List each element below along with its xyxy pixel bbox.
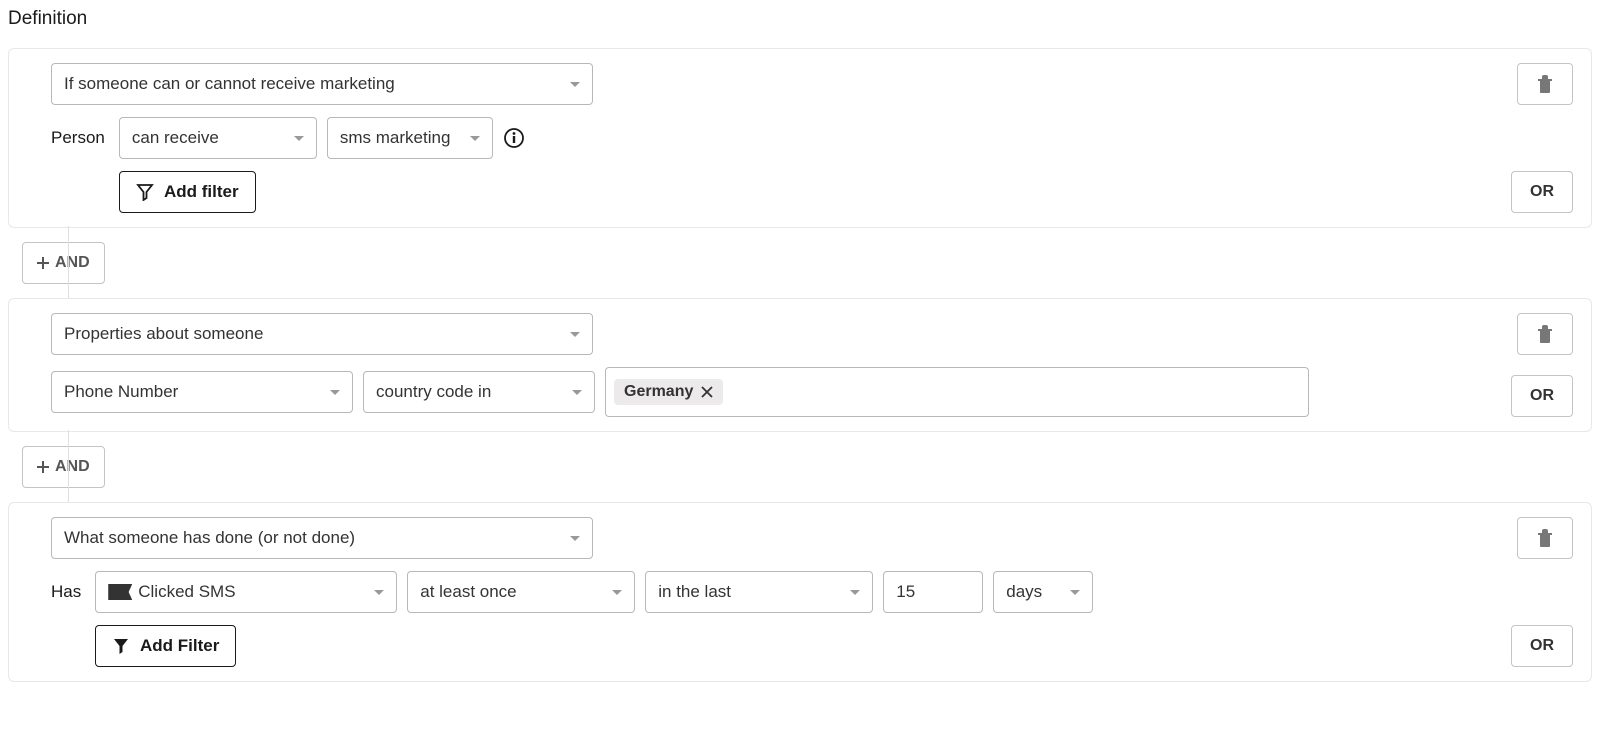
or-label: OR <box>1530 183 1554 201</box>
filter-solid-icon <box>112 637 130 655</box>
trash-icon <box>1537 529 1553 547</box>
flag-icon <box>108 584 132 600</box>
connector-line <box>68 226 69 300</box>
select-label: days <box>1006 582 1042 602</box>
condition-type-select[interactable]: Properties about someone <box>51 313 593 355</box>
section-title: Definition <box>8 8 1592 30</box>
select-label: country code in <box>376 382 491 402</box>
chevron-down-icon <box>850 590 860 595</box>
filter-outline-icon <box>136 183 154 201</box>
rule-card: Properties about someone Phone Number co… <box>8 298 1592 432</box>
select-label: can receive <box>132 128 219 148</box>
chevron-down-icon <box>612 590 622 595</box>
and-button[interactable]: AND <box>22 242 105 284</box>
select-label: at least once <box>420 582 516 602</box>
tag-label: Germany <box>624 383 693 401</box>
chevron-down-icon <box>294 136 304 141</box>
event-select[interactable]: Clicked SMS <box>95 571 397 613</box>
and-button[interactable]: AND <box>22 446 105 488</box>
property-select[interactable]: Phone Number <box>51 371 353 413</box>
can-receive-select[interactable]: can receive <box>119 117 317 159</box>
condition-type-select[interactable]: What someone has done (or not done) <box>51 517 593 559</box>
range-select[interactable]: in the last <box>645 571 873 613</box>
chevron-down-icon <box>330 390 340 395</box>
chevron-down-icon <box>570 82 580 87</box>
select-label: If someone can or cannot receive marketi… <box>64 74 395 94</box>
unit-select[interactable]: days <box>993 571 1093 613</box>
select-label: Clicked SMS <box>138 582 235 602</box>
or-label: OR <box>1530 387 1554 405</box>
or-label: OR <box>1530 637 1554 655</box>
condition-type-select[interactable]: If someone can or cannot receive marketi… <box>51 63 593 105</box>
chevron-down-icon <box>1070 590 1080 595</box>
has-label: Has <box>51 582 81 602</box>
marketing-type-select[interactable]: sms marketing <box>327 117 493 159</box>
country-tag: Germany <box>614 379 723 405</box>
person-label: Person <box>51 128 105 148</box>
chevron-down-icon <box>374 590 384 595</box>
and-connector: AND <box>8 432 1592 502</box>
plus-icon <box>37 461 49 473</box>
or-button[interactable]: OR <box>1511 375 1573 417</box>
delete-button[interactable] <box>1517 517 1573 559</box>
remove-tag-button[interactable] <box>701 386 713 398</box>
or-button[interactable]: OR <box>1511 625 1573 667</box>
select-label: sms marketing <box>340 128 451 148</box>
add-filter-label: Add filter <box>164 182 239 202</box>
select-label: Phone Number <box>64 382 178 402</box>
rule-card: If someone can or cannot receive marketi… <box>8 48 1592 228</box>
and-connector: AND <box>8 228 1592 298</box>
delete-button[interactable] <box>1517 313 1573 355</box>
trash-icon <box>1537 75 1553 93</box>
connector-line <box>68 430 69 504</box>
add-filter-button[interactable]: Add Filter <box>95 625 236 667</box>
number-input[interactable] <box>883 571 983 613</box>
close-icon <box>701 386 713 398</box>
info-icon[interactable] <box>503 127 525 149</box>
and-label: AND <box>55 254 90 272</box>
add-filter-button[interactable]: Add filter <box>119 171 256 213</box>
delete-button[interactable] <box>1517 63 1573 105</box>
select-label: What someone has done (or not done) <box>64 528 355 548</box>
and-label: AND <box>55 458 90 476</box>
rule-card: What someone has done (or not done) Has … <box>8 502 1592 682</box>
operator-select[interactable]: country code in <box>363 371 595 413</box>
country-multiselect[interactable]: Germany <box>605 367 1309 417</box>
plus-icon <box>37 257 49 269</box>
chevron-down-icon <box>572 390 582 395</box>
or-button[interactable]: OR <box>1511 171 1573 213</box>
select-label: Properties about someone <box>64 324 263 344</box>
chevron-down-icon <box>470 136 480 141</box>
chevron-down-icon <box>570 332 580 337</box>
add-filter-label: Add Filter <box>140 636 219 656</box>
chevron-down-icon <box>570 536 580 541</box>
select-label: in the last <box>658 582 731 602</box>
frequency-select[interactable]: at least once <box>407 571 635 613</box>
trash-icon <box>1537 325 1553 343</box>
